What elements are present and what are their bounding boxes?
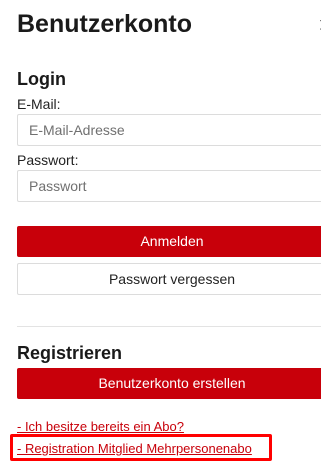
email-label: E-Mail: — [17, 96, 61, 112]
account-panel: Benutzerkonto › Login E-Mail: Passwort: … — [0, 0, 321, 469]
page-title: Benutzerkonto — [17, 10, 192, 38]
section-divider — [17, 326, 321, 327]
register-heading: Registrieren — [17, 343, 123, 363]
existing-subscription-link[interactable]: - Ich besitze bereits ein Abo? — [17, 419, 184, 434]
forgot-password-button[interactable]: Passwort vergessen — [17, 263, 321, 295]
password-label: Passwort: — [17, 152, 79, 168]
login-heading: Login — [17, 69, 66, 89]
password-field[interactable] — [17, 170, 321, 202]
multi-person-registration-link[interactable]: - Registration Mitglied Mehrpersonenabo — [17, 441, 252, 456]
panel-header: Benutzerkonto › — [17, 8, 321, 40]
create-account-button[interactable]: Benutzerkonto erstellen — [17, 368, 321, 399]
login-button[interactable]: Anmelden — [17, 226, 321, 257]
email-field[interactable] — [17, 114, 321, 146]
